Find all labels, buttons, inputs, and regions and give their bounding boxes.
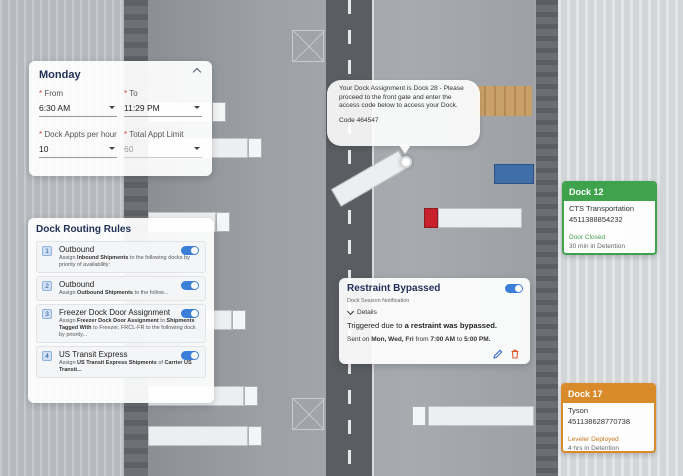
dock-name: Dock 17	[563, 385, 654, 403]
routing-rule[interactable]: 4 US Transit Express Assign US Transit E…	[36, 346, 206, 378]
dock-routing-panel: Dock Routing Rules 1 Outbound Assign Inb…	[28, 218, 214, 403]
from-value: 6:30 AM	[39, 103, 71, 113]
total-limit-label: Total Appt Limit	[129, 130, 184, 139]
notification-message: Triggered due to a restraint was bypasse…	[347, 321, 497, 330]
rule-description: Assign US Transit Express Shipments of C…	[59, 360, 192, 373]
road-edge-line	[372, 0, 374, 476]
rule-toggle[interactable]	[181, 281, 199, 290]
rule-description: Assign Inbound Shipments to the followin…	[59, 255, 190, 268]
pencil-icon[interactable]	[493, 349, 503, 359]
detention-time: 30 min in Detention	[569, 243, 626, 250]
dock-appts-field[interactable]: * Dock Appts per hour 10	[39, 130, 117, 158]
day-title: Monday	[39, 69, 81, 81]
pallets	[476, 86, 532, 116]
dock-appts-label: Dock Appts per hour	[44, 130, 117, 139]
map-pin-icon[interactable]	[400, 156, 412, 168]
trailer	[428, 406, 534, 426]
rule-toggle[interactable]	[181, 309, 199, 318]
rule-number: 4	[42, 351, 52, 361]
trash-icon[interactable]	[510, 349, 520, 359]
rule-title: US Transit Express	[59, 350, 128, 359]
caret-down-icon	[194, 147, 200, 150]
caret-down-icon	[109, 106, 115, 109]
dock-card[interactable]: Dock 17 Tyson 451138628770738 Leveler De…	[561, 383, 656, 453]
trailer	[438, 208, 522, 228]
dock-appts-value: 10	[39, 144, 49, 154]
rule-title: Outbound	[59, 280, 95, 289]
parking-x-marking	[292, 30, 324, 62]
notification-toggle[interactable]	[505, 284, 523, 293]
rule-description: Assign Freezer Dock Door Assignment to S…	[59, 318, 196, 338]
restraint-notification-card: Restraint Bypassed Dock Session Notifica…	[339, 278, 530, 364]
detention-time: 4 hrs in Detention	[568, 445, 619, 452]
rule-description: Assign Outbound Shipments to the follow.…	[59, 290, 169, 296]
truck-cab	[232, 310, 246, 330]
notification-schedule: Sent on Mon, Wed, Fri from 7:00 AM to 5:…	[347, 336, 491, 343]
dock-doors-right	[536, 0, 558, 476]
truck-cab	[248, 426, 262, 446]
carrier-name: CTS Transportation	[569, 204, 635, 213]
to-field[interactable]: * To 11:29 PM	[124, 89, 202, 117]
total-appt-limit-field[interactable]: * Total Appt Limit 60	[124, 130, 202, 158]
routing-title: Dock Routing Rules	[36, 224, 132, 235]
parking-x-marking	[292, 398, 324, 430]
rule-toggle[interactable]	[181, 351, 199, 360]
rule-number: 1	[42, 246, 52, 256]
to-label: To	[129, 89, 138, 98]
rule-title: Outbound	[59, 245, 95, 254]
from-field[interactable]: * From 6:30 AM	[39, 89, 117, 117]
routing-rule[interactable]: 3 Freezer Dock Door Assignment Assign Fr…	[36, 304, 206, 343]
dock-name: Dock 12	[564, 183, 655, 201]
dock-status: Leveler Deployed	[568, 436, 619, 443]
rule-number: 3	[42, 309, 52, 319]
total-limit-value: 60	[124, 144, 134, 154]
day-schedule-panel: Monday * From 6:30 AM * To 11:29 PM * Do…	[29, 61, 212, 176]
caret-down-icon	[109, 147, 115, 150]
notification-subtitle: Dock Session Notification	[347, 298, 410, 304]
yard-road	[326, 0, 374, 476]
rule-toggle[interactable]	[181, 246, 199, 255]
from-label: From	[44, 89, 64, 98]
truck-cab	[248, 138, 262, 158]
truck-cab	[212, 102, 226, 122]
truck-cab	[244, 386, 258, 406]
dock-card[interactable]: Dock 12 CTS Transportation 4511388854232…	[562, 181, 657, 255]
notification-title: Restraint Bypassed	[347, 283, 441, 294]
to-value: 11:29 PM	[124, 103, 160, 113]
trailer	[148, 426, 248, 446]
box-truck	[494, 164, 534, 184]
caret-down-icon	[194, 106, 200, 109]
routing-rule[interactable]: 1 Outbound Assign Inbound Shipments to t…	[36, 241, 206, 273]
shipment-number: 4511388854232	[569, 215, 623, 224]
shipment-number: 451138628770738	[568, 417, 631, 426]
carrier-name: Tyson	[568, 406, 589, 415]
dock-status: Door Closed	[569, 234, 606, 241]
truck-cab-red	[424, 208, 438, 228]
rule-number: 2	[42, 281, 52, 291]
routing-rule[interactable]: 2 Outbound Assign Outbound Shipments to …	[36, 276, 206, 301]
rule-title: Freezer Dock Door Assignment	[59, 308, 171, 317]
truck-cab	[412, 406, 426, 426]
assignment-message: Your Dock Assignment is Dock 28 - Please…	[339, 85, 464, 109]
details-expander[interactable]: Details	[347, 309, 522, 316]
truck-cab	[216, 212, 230, 232]
dock-assignment-bubble: Your Dock Assignment is Dock 28 - Please…	[327, 80, 480, 154]
access-code: Code 464547	[339, 116, 379, 124]
